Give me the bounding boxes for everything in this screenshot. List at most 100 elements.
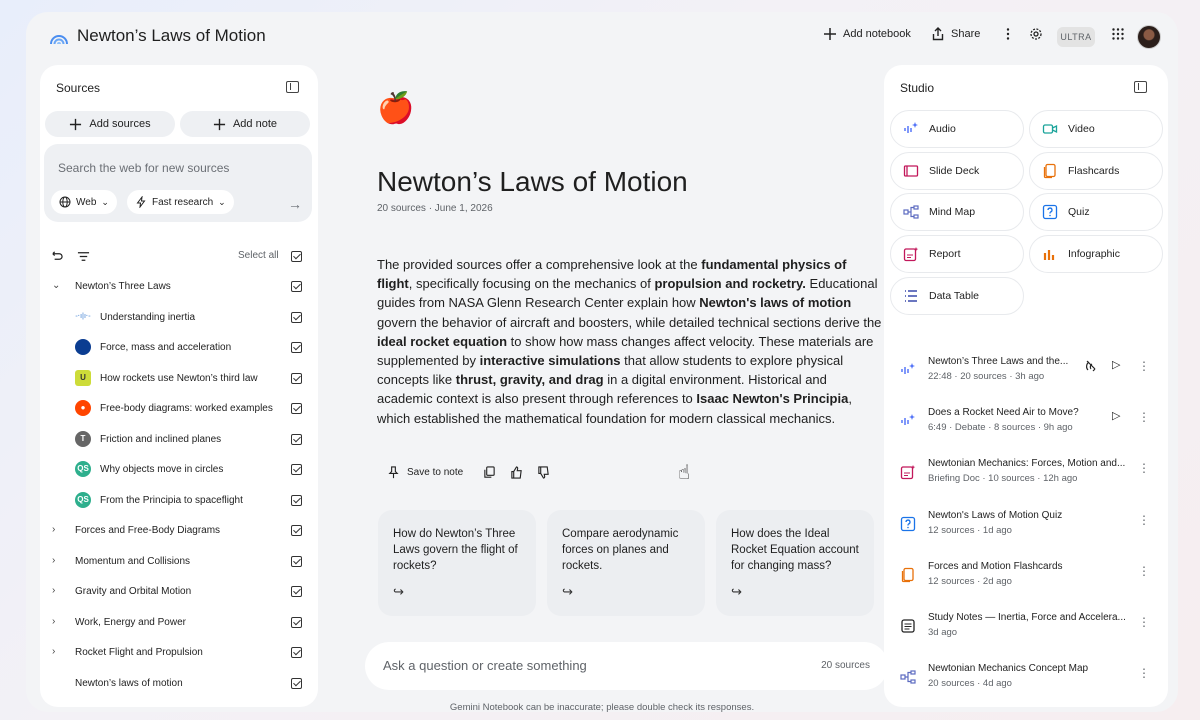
studio-artifact[interactable]: Newton's Laws of Motion Quiz 12 sources ·…	[884, 507, 1168, 547]
settings-button[interactable]	[1029, 27, 1043, 41]
more-vert-icon[interactable]: ⋮	[1138, 461, 1150, 475]
copy-icon[interactable]	[483, 465, 496, 479]
studio-tile-slide-deck[interactable]: Slide Deck	[890, 151, 1024, 190]
interactive-mode-icon[interactable]	[1084, 358, 1098, 372]
submit-arrow-icon[interactable]: →	[288, 196, 302, 212]
save-to-note-button[interactable]: Save to note	[387, 465, 464, 479]
source-checkbox[interactable]	[291, 372, 302, 384]
source-checkbox[interactable]	[291, 677, 302, 689]
collapse-panel-icon[interactable]	[1134, 81, 1147, 93]
studio-artifact[interactable]: Newton’s Three Laws and the... 22:48 · 20…	[884, 353, 1168, 393]
qs-logo-icon: QS	[75, 491, 91, 508]
disclaimer: Gemini Notebook can be inaccurate; pleas…	[449, 702, 755, 712]
source-checkbox[interactable]	[291, 494, 302, 506]
studio-tile-report[interactable]: Report	[890, 235, 1024, 274]
source-item[interactable]: U How rockets use Newton’s third law	[40, 367, 318, 391]
studio-artifact[interactable]: Does a Rocket Need Air to Move? 6:49 · De…	[884, 404, 1168, 444]
source-item[interactable]: Newton’s laws of motion	[40, 672, 318, 696]
source-folder[interactable]: ⌄ Newton’s Three Laws	[40, 275, 318, 299]
source-checkbox[interactable]	[291, 586, 302, 597]
studio-artifact[interactable]: Forces and Motion Flashcards 12 sources ·…	[884, 558, 1168, 598]
source-item[interactable]: T Friction and inclined planes	[40, 428, 318, 452]
source-label: Why objects move in circles	[100, 464, 224, 475]
share-button[interactable]: Share	[931, 27, 980, 41]
studio-tile-quiz[interactable]: Quiz	[1029, 193, 1163, 232]
suggestion-card[interactable]: Compare aerodynamic forces on planes and…	[547, 510, 705, 616]
studio-artifact[interactable]: Study Notes — Inertia, Force and Acceler…	[884, 609, 1168, 649]
more-vert-icon[interactable]: ⋮	[1138, 359, 1150, 373]
research-mode-dropdown[interactable]: Fast research ⌄	[127, 190, 234, 214]
web-search-input[interactable]: Search the web for new sources	[58, 161, 229, 175]
source-checkbox[interactable]	[291, 433, 302, 445]
add-note-button[interactable]: Add note	[180, 111, 310, 137]
source-folder[interactable]: › Gravity and Orbital Motion	[40, 580, 318, 604]
refresh-sources-icon[interactable]	[50, 250, 63, 263]
more-vert-icon[interactable]: ⋮	[1138, 564, 1150, 578]
play-icon[interactable]: ▷	[1112, 358, 1120, 371]
chevron-right-icon[interactable]: ›	[52, 646, 55, 657]
chevron-right-icon[interactable]: ›	[52, 524, 55, 535]
source-checkbox[interactable]	[291, 464, 302, 475]
play-icon[interactable]: ▷	[1112, 409, 1120, 422]
source-folder[interactable]: › Momentum and Collisions	[40, 550, 318, 574]
app-logo-icon[interactable]	[48, 26, 70, 48]
notebook-title[interactable]: Newton’s Laws of Motion	[77, 26, 266, 46]
source-folder[interactable]: › Rocket Flight and Propulsion	[40, 641, 318, 665]
more-vert-icon[interactable]: ⋮	[1138, 513, 1150, 527]
apps-button[interactable]	[1111, 27, 1125, 41]
select-all-label[interactable]: Select all	[238, 250, 279, 261]
source-checkbox[interactable]	[291, 647, 302, 658]
thumbs-up-icon[interactable]	[510, 465, 523, 479]
studio-tile-audio[interactable]: Audio	[890, 110, 1024, 148]
more-menu-button[interactable]	[1001, 27, 1015, 41]
source-item[interactable]: ● Free-body diagrams: worked examples	[40, 397, 318, 421]
chevron-right-icon[interactable]: ›	[52, 555, 55, 566]
source-folder[interactable]: › Work, Energy and Power	[40, 611, 318, 635]
studio-tile-data-table[interactable]: Data Table	[890, 276, 1024, 315]
thumbs-down-icon[interactable]	[537, 465, 550, 479]
add-sources-button[interactable]: Add sources	[45, 111, 175, 137]
chevron-right-icon[interactable]: ›	[52, 585, 55, 596]
source-item[interactable]: QS Why objects move in circles	[40, 458, 318, 482]
source-label: Newton’s Three Laws	[75, 281, 171, 292]
studio-tile-mind-map[interactable]: Mind Map	[890, 193, 1024, 232]
ask-input[interactable]: Ask a question or create something	[383, 658, 587, 673]
studio-tile-flashcards[interactable]: Flashcards	[1029, 151, 1163, 190]
source-item[interactable]: QS From the Principia to spaceflight	[40, 489, 318, 513]
studio-tile-infographic[interactable]: Infographic	[1029, 235, 1163, 274]
studio-tile-label: Slide Deck	[929, 164, 980, 177]
add-notebook-button[interactable]: Add notebook	[823, 27, 911, 41]
source-item[interactable]: -·ı|ı·- Understanding inertia	[40, 306, 318, 330]
collapse-panel-icon[interactable]	[286, 81, 299, 93]
source-label: Newton’s laws of motion	[75, 677, 183, 689]
source-checkbox[interactable]	[291, 281, 302, 292]
source-checkbox[interactable]	[291, 555, 302, 567]
source-label: Understanding inertia	[100, 311, 196, 323]
source-checkbox[interactable]	[291, 342, 302, 353]
web-source-dropdown[interactable]: Web ⌄	[51, 190, 117, 214]
sort-icon[interactable]	[77, 250, 90, 263]
more-vert-icon[interactable]: ⋮	[1138, 615, 1150, 629]
more-vert-icon[interactable]: ⋮	[1138, 666, 1150, 680]
source-checkbox[interactable]	[291, 311, 302, 323]
more-vert-icon[interactable]: ⋮	[1138, 410, 1150, 424]
chevron-down-icon[interactable]: ⌄	[52, 280, 60, 291]
source-checkbox[interactable]	[291, 525, 302, 536]
source-item[interactable]: Force, mass and acceleration	[40, 336, 318, 360]
source-folder[interactable]: › Forces and Free-Body Diagrams	[40, 519, 318, 543]
studio-artifact[interactable]: Newtonian Mechanics: Forces, Motion and.…	[884, 455, 1168, 495]
save-to-note-label: Save to note	[407, 466, 464, 478]
studio-artifact[interactable]: Newtonian Mechanics Concept Map 20 source…	[884, 660, 1168, 700]
source-checkbox[interactable]	[291, 403, 302, 414]
select-all-checkbox[interactable]	[291, 251, 302, 262]
suggestion-card[interactable]: How do Newton’s Three Laws govern the fl…	[378, 510, 536, 616]
ui-logo-icon: U	[75, 369, 91, 386]
chevron-right-icon[interactable]: ›	[52, 616, 55, 627]
suggestion-text: How do Newton’s Three Laws govern the fl…	[393, 528, 518, 572]
report-icon	[900, 465, 916, 480]
suggestion-card[interactable]: How does the Ideal Rocket Equation accou…	[716, 510, 874, 616]
studio-tile-video[interactable]: Video	[1029, 110, 1163, 148]
ask-input-box[interactable]: Ask a question or create something 20 so…	[365, 642, 888, 690]
source-checkbox[interactable]	[291, 616, 302, 628]
avatar[interactable]	[1137, 25, 1161, 49]
